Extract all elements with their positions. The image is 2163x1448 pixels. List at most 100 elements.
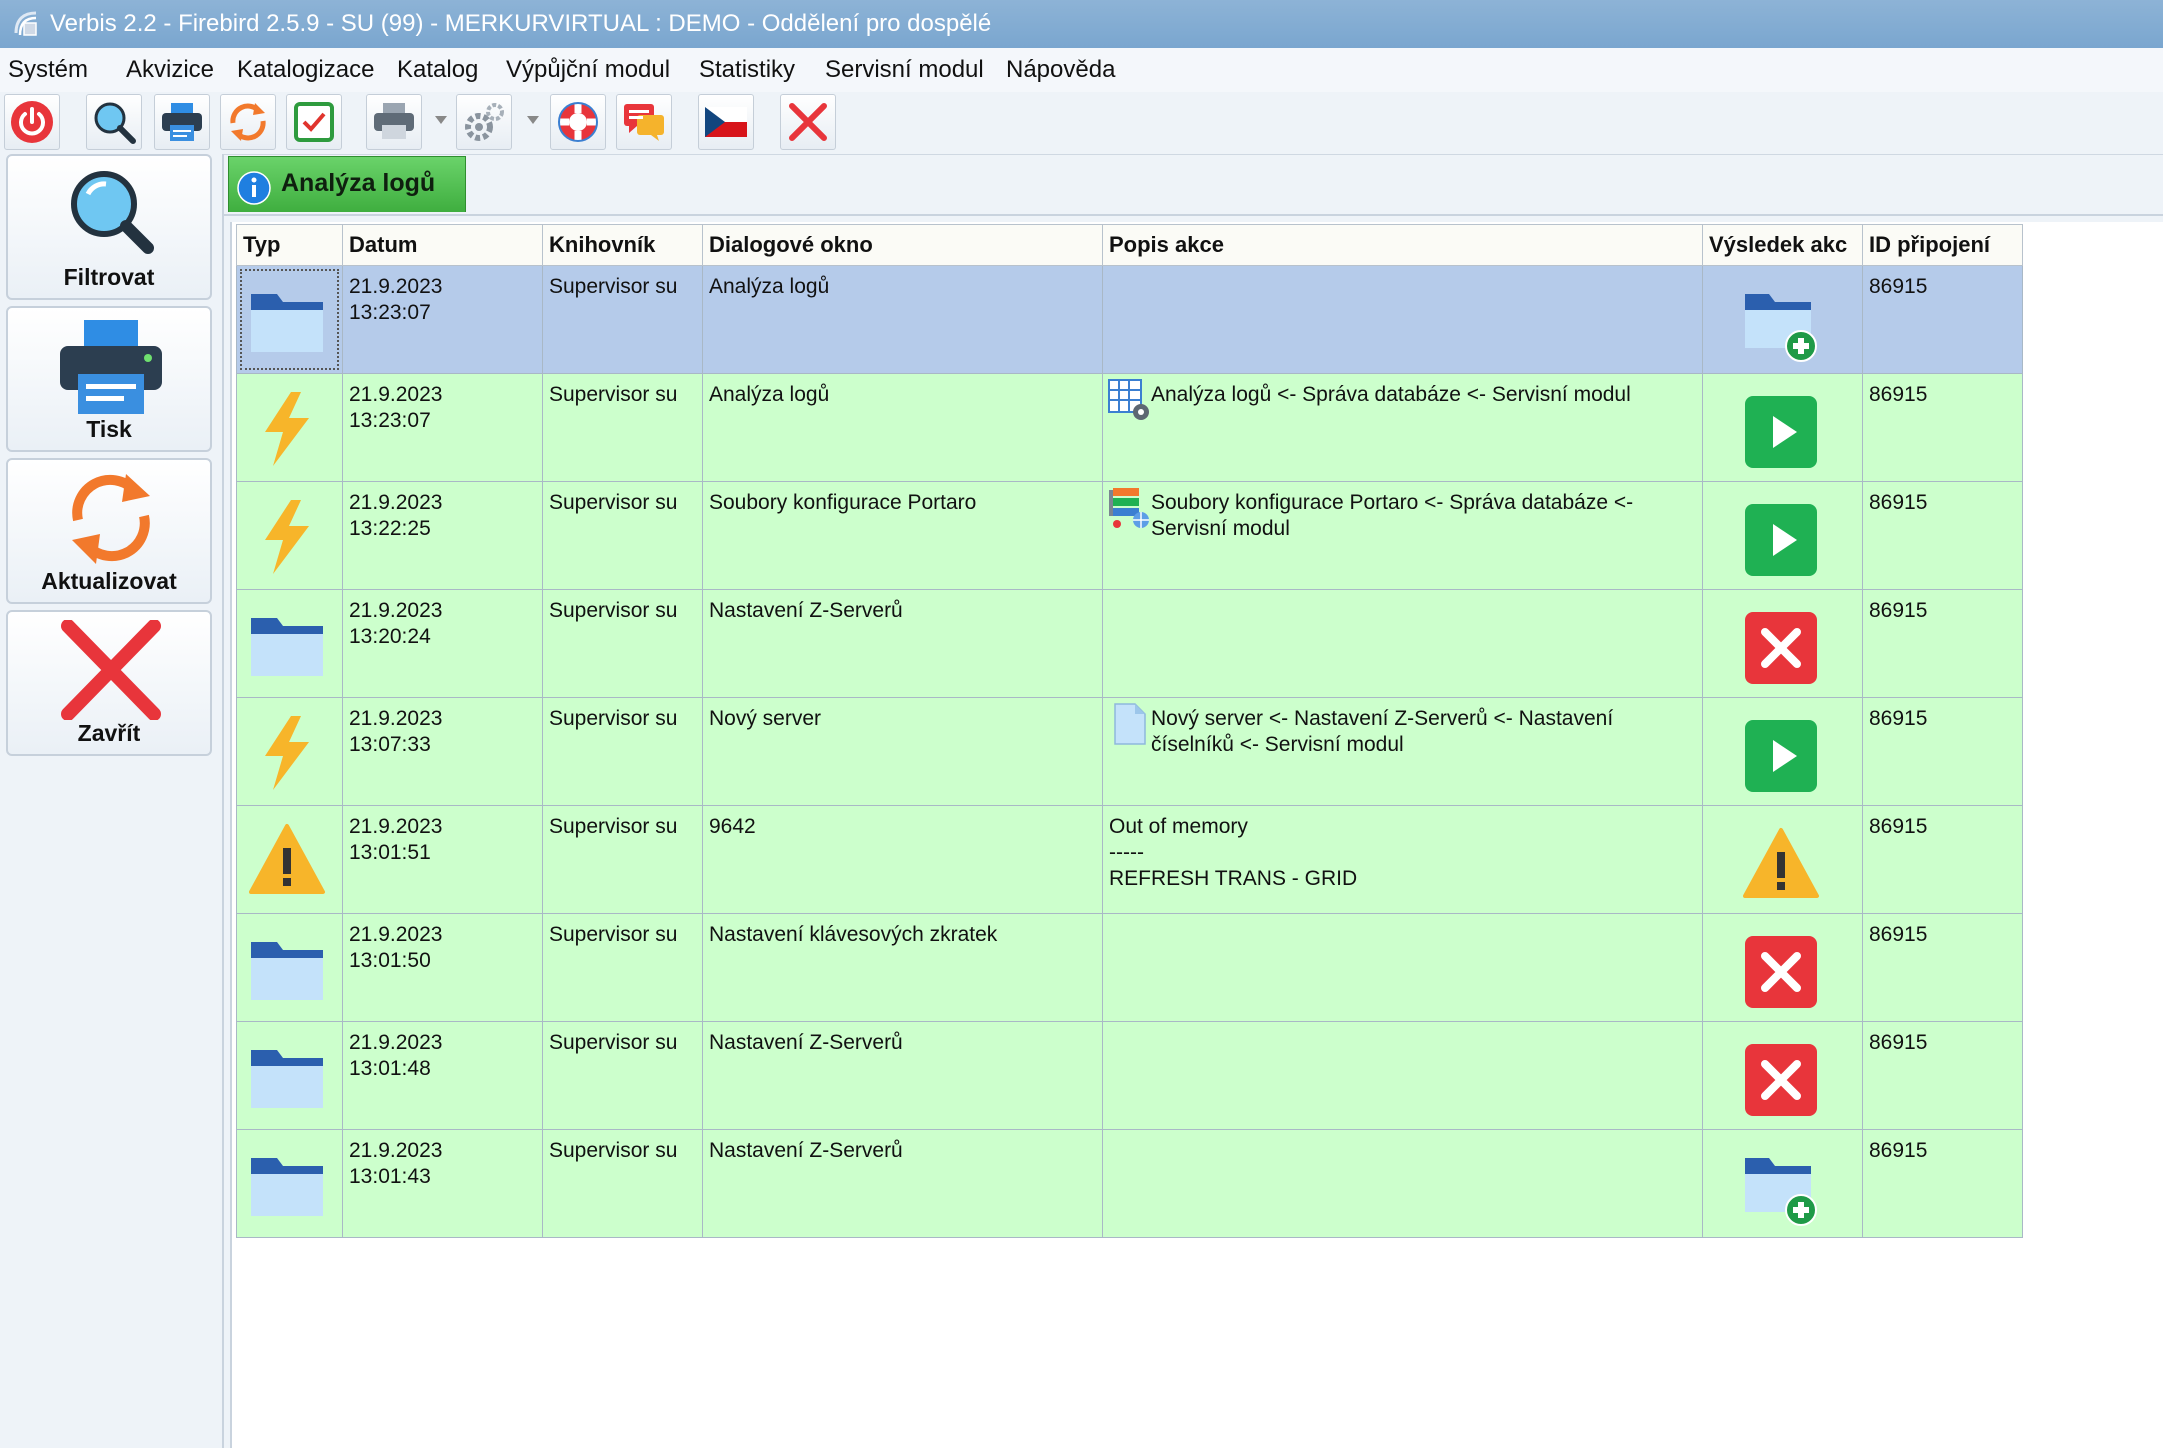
dialogove-okno-value: Nastavení Z-Serverů [709, 599, 903, 622]
knihovnik-value: Supervisor su [549, 1139, 678, 1162]
column-header-typ[interactable]: Typ [236, 224, 343, 266]
filter-label: Filtrovat [63, 264, 155, 290]
menu-napoveda[interactable]: Nápověda [1006, 56, 1115, 84]
dialogove-okno-value: Soubory konfigurace Portaro [709, 491, 977, 514]
datum-value: 21.9.2023 13:23:07 [349, 383, 443, 432]
folder-icon [251, 942, 323, 1000]
cell-typ [236, 373, 343, 482]
refresh-button[interactable] [220, 94, 276, 150]
dialogove-okno-value: Nový server [709, 707, 822, 730]
refresh-icon [230, 103, 266, 141]
print-side-button[interactable]: Tisk [6, 306, 212, 452]
chat-button[interactable] [616, 94, 672, 150]
search-icon [71, 171, 154, 254]
cell-knihovnik: Supervisor su [542, 589, 703, 698]
play-icon [1745, 720, 1817, 792]
cell-datum: 21.9.2023 13:01:48 [342, 1021, 543, 1130]
cell-id-pripojeni: 86915 [1862, 913, 2023, 1022]
help-button[interactable] [550, 94, 606, 150]
cell-dialogove-okno: Nový server [702, 697, 1103, 806]
cell-knihovnik: Supervisor su [542, 373, 703, 482]
folder-icon [251, 1050, 323, 1108]
table-row[interactable]: 21.9.2023 13:01:48 Supervisor su Nastavení… [236, 1021, 2023, 1130]
table-row[interactable]: 21.9.2023 13:23:07 Supervisor su Analýza l… [236, 373, 2023, 482]
checkbox-button[interactable] [286, 94, 342, 150]
close-side-button[interactable]: Zavřít [6, 610, 212, 756]
settings-icon [465, 103, 504, 141]
settings-button[interactable] [456, 94, 512, 150]
table-row[interactable]: 21.9.2023 13:01:50 Supervisor su Nastaven… [236, 913, 2023, 1022]
table-row[interactable]: 21.9.2023 13:23:07 Supervisor su Analýza l… [236, 265, 2023, 374]
refresh-side-button[interactable]: Aktualizovat [6, 458, 212, 604]
knihovnik-value: Supervisor su [549, 491, 678, 514]
column-header-knihovnik[interactable]: Knihovník [542, 224, 703, 266]
cell-dialogove-okno: Analýza logů [702, 265, 1103, 374]
column-header-vysledek-akce[interactable]: Výsledek akc [1702, 224, 1863, 266]
title-bar: Verbis 2.2 - Firebird 2.5.9 - SU (99) - … [0, 0, 2163, 48]
cell-popis-akce [1102, 1021, 1703, 1130]
datum-value: 21.9.2023 13:22:25 [349, 491, 443, 540]
language-button[interactable] [698, 94, 754, 150]
close-button[interactable] [780, 94, 836, 150]
tab-analyza-logu[interactable]: Analýza logů [228, 156, 466, 212]
cell-knihovnik: Supervisor su [542, 1021, 703, 1130]
cell-datum: 21.9.2023 13:01:43 [342, 1129, 543, 1238]
grid-settings-icon [1108, 379, 1149, 420]
print-button[interactable] [154, 94, 210, 150]
menu-statistiky[interactable]: Statistiky [699, 56, 795, 84]
cell-id-pripojeni: 86915 [1862, 805, 2023, 914]
menu-akvizice[interactable]: Akvizice [126, 56, 214, 84]
cell-knihovnik: Supervisor su [542, 805, 703, 914]
cell-vysledek-akce [1702, 589, 1863, 698]
table-row[interactable]: 21.9.2023 13:07:33 Supervisor su Nový serv… [236, 697, 2023, 806]
menu-katalogizace[interactable]: Katalogizace [237, 56, 374, 84]
settings-dropdown[interactable] [522, 94, 544, 150]
table-row[interactable]: 21.9.2023 13:20:24 Supervisor su Nastavení… [236, 589, 2023, 698]
print-label: Tisk [86, 416, 132, 442]
menu-servisni-modul[interactable]: Servisní modul [825, 56, 984, 84]
column-header-id-pripojeni[interactable]: ID připojení [1862, 224, 2023, 266]
sidebar: Filtrovat Tisk Aktualizovat Zavřít [0, 154, 224, 1448]
menu-system[interactable]: Systém [8, 56, 88, 84]
power-button[interactable] [4, 94, 60, 150]
cell-popis-akce: Analýza logů <- Správa databáze <- Servi… [1102, 373, 1703, 482]
cell-popis-akce [1102, 1129, 1703, 1238]
cell-dialogove-okno: 9642 [702, 805, 1103, 914]
cell-typ [236, 589, 343, 698]
knihovnik-value: Supervisor su [549, 815, 678, 838]
play-icon [1745, 396, 1817, 468]
menu-vypujcni-modul[interactable]: Výpůjční modul [506, 56, 670, 84]
menu-katalog[interactable]: Katalog [397, 56, 478, 84]
search-button[interactable] [86, 94, 142, 150]
cell-typ [236, 481, 343, 590]
column-header-dialogove-okno[interactable]: Dialogové okno [702, 224, 1103, 266]
cell-knihovnik: Supervisor su [542, 265, 703, 374]
cell-knihovnik: Supervisor su [542, 697, 703, 806]
datum-value: 21.9.2023 13:01:50 [349, 923, 443, 972]
column-header-popis-akce[interactable]: Popis akce [1102, 224, 1703, 266]
print-setup-button[interactable] [366, 94, 422, 150]
print-setup-dropdown[interactable] [430, 94, 452, 150]
filter-button[interactable]: Filtrovat [6, 154, 212, 300]
warning-icon [1743, 828, 1819, 898]
warning-icon [249, 824, 325, 894]
column-header-datum[interactable]: Datum [342, 224, 543, 266]
knihovnik-value: Supervisor su [549, 1031, 678, 1054]
dialogove-okno-value: Nastavení Z-Serverů [709, 1139, 903, 1162]
cell-id-pripojeni: 86915 [1862, 1129, 2023, 1238]
info-icon [237, 171, 271, 205]
cell-popis-akce [1102, 265, 1703, 374]
chevron-down-icon [435, 116, 447, 124]
table-row[interactable]: 21.9.2023 13:01:51 Supervisor su 9642 Out o… [236, 805, 2023, 914]
table-row[interactable]: 21.9.2023 13:01:43 Supervisor su Nastavení… [236, 1129, 2023, 1238]
close-icon [789, 103, 827, 141]
datum-value: 21.9.2023 13:01:51 [349, 815, 443, 864]
cell-knihovnik: Supervisor su [542, 1129, 703, 1238]
chat-icon [624, 104, 664, 141]
czech-flag-icon [705, 107, 747, 137]
table-row[interactable]: 21.9.2023 13:22:25 Supervisor su Soubory k… [236, 481, 2023, 590]
cell-datum: 21.9.2023 13:23:07 [342, 373, 543, 482]
dialogove-okno-value: 9642 [709, 815, 756, 838]
document-icon [1114, 703, 1146, 745]
folder-add-icon [1745, 294, 1817, 362]
